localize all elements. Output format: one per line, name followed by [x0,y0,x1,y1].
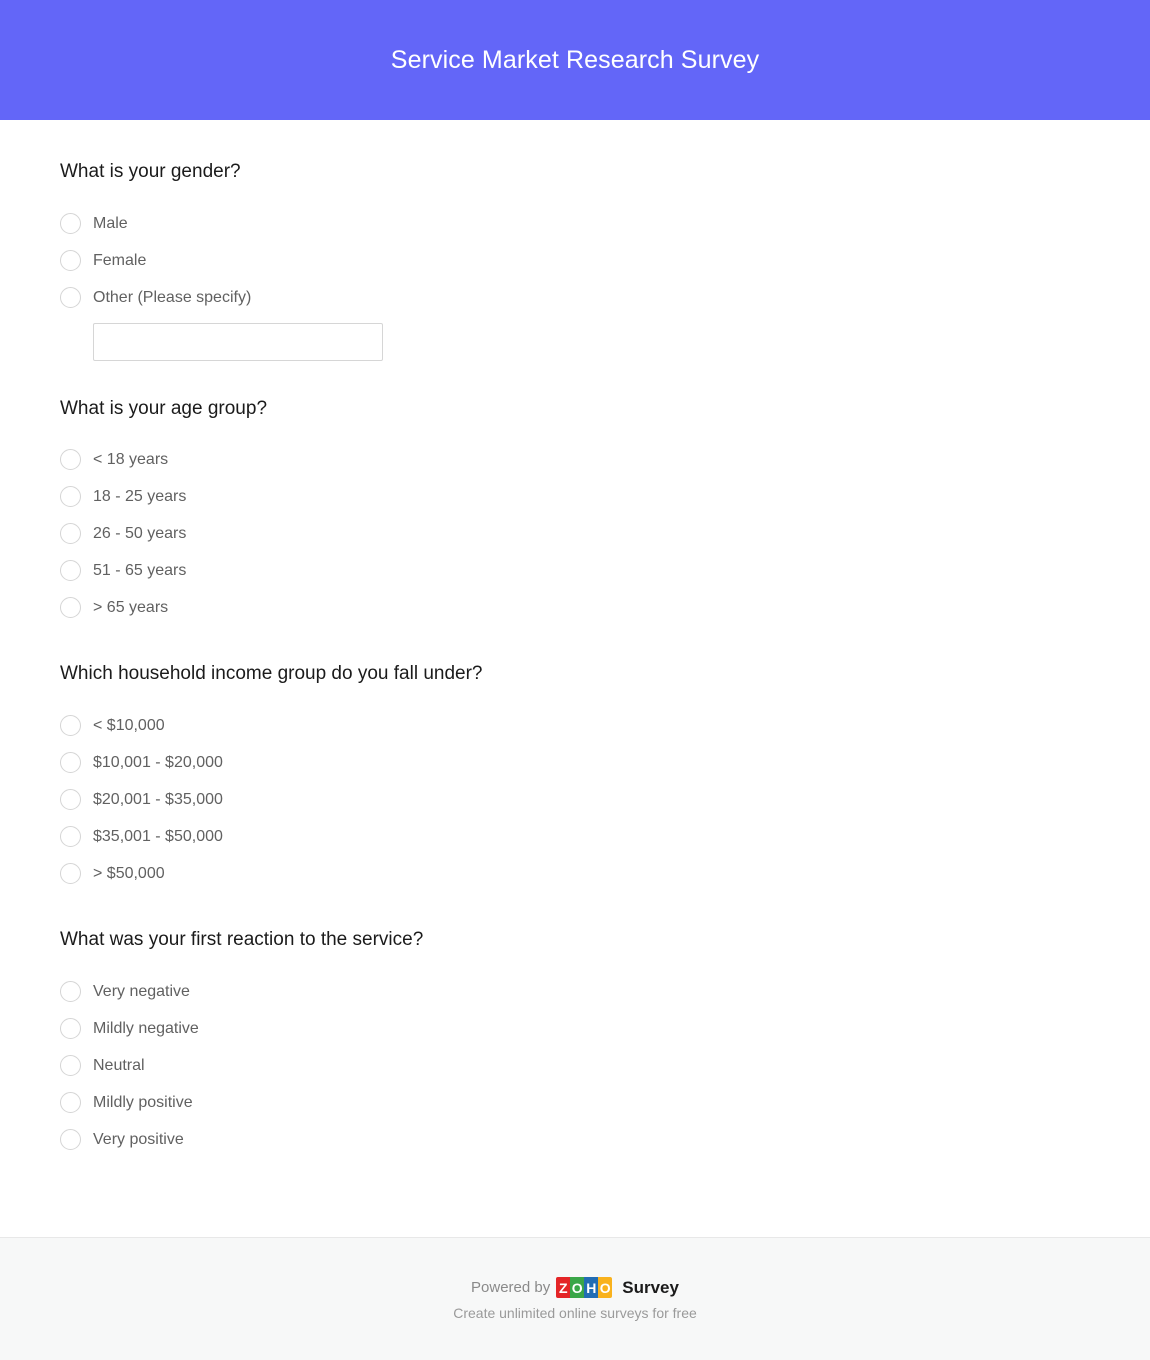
option-label: Mildly negative [93,1019,199,1037]
zoho-tile-o-second: O [598,1277,613,1298]
survey-footer: Powered by Z O H O Survey Create unlimit… [0,1237,1150,1360]
options-list-age-group: < 18 years 18 - 25 years 26 - 50 years 5… [60,441,1090,626]
options-list-gender: Male Female Other (Please specify) [60,205,1090,361]
question-title-age-group: What is your age group? [60,397,268,419]
brand-suffix-label: Survey [622,1277,679,1297]
option-reaction-mildly-positive[interactable]: Mildly positive [60,1084,1090,1121]
options-list-household-income: < $10,000 $10,001 - $20,000 $20,001 - $3… [60,707,1090,892]
option-label: $10,001 - $20,000 [93,753,223,771]
option-reaction-very-negative[interactable]: Very negative [60,973,1090,1010]
radio-icon[interactable] [60,863,81,885]
option-label: Mildly positive [93,1093,193,1111]
radio-icon[interactable] [60,560,81,582]
radio-icon[interactable] [60,980,81,1002]
zoho-tile-h: H [584,1277,599,1298]
question-title-gender: What is your gender? [60,161,241,182]
option-reaction-neutral[interactable]: Neutral [60,1047,1090,1084]
radio-icon[interactable] [60,249,81,271]
option-income-over-50k[interactable]: > $50,000 [60,855,1090,892]
radio-icon[interactable] [60,752,81,774]
option-gender-other[interactable]: Other (Please specify) [60,279,1090,316]
radio-icon[interactable] [60,1054,81,1076]
question-title-first-reaction: What was your first reaction to the serv… [60,929,424,951]
option-label: > $50,000 [93,864,165,882]
radio-icon[interactable] [60,1128,81,1150]
option-age-under-18[interactable]: < 18 years [60,441,1090,478]
option-label: Male [93,214,128,232]
option-income-20k-35k[interactable]: $20,001 - $35,000 [60,781,1090,818]
other-specify-wrap [60,316,1090,361]
radio-icon[interactable] [60,449,81,471]
option-reaction-mildly-negative[interactable]: Mildly negative [60,1010,1090,1047]
powered-by-row: Powered by Z O H O Survey [471,1277,679,1298]
other-specify-input[interactable] [93,322,383,361]
option-label: > 65 years [93,599,169,617]
option-label: 26 - 50 years [93,525,187,543]
options-list-first-reaction: Very negative Mildly negative Neutral Mi… [60,973,1090,1158]
question-title-household-income: Which household income group do you fall… [60,663,483,685]
radio-icon[interactable] [60,523,81,545]
page-title: Service Market Research Survey [390,46,760,74]
option-gender-female[interactable]: Female [60,242,1090,279]
radio-icon[interactable] [60,1091,81,1113]
option-label: < 18 years [93,451,169,469]
radio-icon[interactable] [60,789,81,811]
option-age-51-65[interactable]: 51 - 65 years [60,552,1090,589]
zoho-logo[interactable]: Z O H O [556,1277,613,1298]
option-label: $20,001 - $35,000 [93,790,223,808]
survey-body: What is your gender? Male Female Other (… [0,120,1150,1237]
radio-icon[interactable] [60,1017,81,1039]
radio-icon[interactable] [60,826,81,848]
option-label: $35,001 - $50,000 [93,827,223,845]
footer-tagline: Create unlimited online surveys for free [453,1305,697,1321]
option-label: Female [93,251,147,269]
option-income-35k-50k[interactable]: $35,001 - $50,000 [60,818,1090,855]
option-label: Neutral [93,1056,145,1074]
powered-by-label: Powered by [471,1279,551,1296]
option-gender-male[interactable]: Male [60,205,1090,242]
option-age-18-25[interactable]: 18 - 25 years [60,478,1090,515]
option-label: Very negative [93,982,190,1000]
option-label: Very positive [93,1130,184,1148]
question-block-age-group: What is your age group? < 18 years 18 - … [60,361,1090,627]
option-label: 51 - 65 years [93,562,187,580]
question-block-gender: What is your gender? Male Female Other (… [60,120,1090,361]
option-reaction-very-positive[interactable]: Very positive [60,1121,1090,1158]
radio-icon[interactable] [60,212,81,234]
zoho-tile-z: Z [556,1277,571,1298]
question-block-household-income: Which household income group do you fall… [60,626,1090,892]
radio-icon[interactable] [60,597,81,619]
option-label: Other (Please specify) [93,288,252,306]
radio-icon[interactable] [60,486,81,508]
option-age-over-65[interactable]: > 65 years [60,589,1090,626]
option-label: 18 - 25 years [93,488,187,506]
radio-icon[interactable] [60,715,81,737]
question-block-first-reaction: What was your first reaction to the serv… [60,892,1090,1158]
option-label: < $10,000 [93,716,165,734]
option-income-10k-20k[interactable]: $10,001 - $20,000 [60,744,1090,781]
radio-icon[interactable] [60,286,81,308]
survey-header: Service Market Research Survey [0,0,1150,120]
option-income-under-10k[interactable]: < $10,000 [60,707,1090,744]
zoho-tile-o-first: O [570,1277,585,1298]
option-age-26-50[interactable]: 26 - 50 years [60,515,1090,552]
